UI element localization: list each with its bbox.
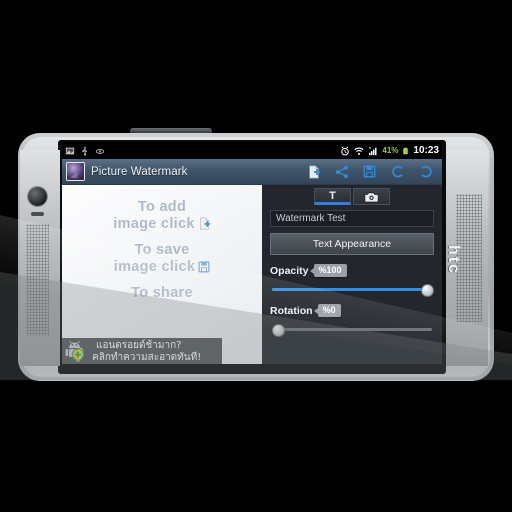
hint-save-line2: image click <box>113 259 196 275</box>
opacity-row: Opacity %100 <box>270 264 442 277</box>
screen-body: To add image click To save image click T… <box>62 185 442 364</box>
watermark-text-value: Watermark Test <box>276 213 346 224</box>
tab-text[interactable]: T <box>314 188 351 205</box>
rotation-slider[interactable] <box>272 323 432 337</box>
battery-icon <box>403 147 409 154</box>
share-button[interactable] <box>334 164 349 179</box>
hint-save-line1: To save <box>134 242 190 258</box>
ad-banner[interactable]: แอนดรอยด์ช้ามาก? คลิกทำความสะอาดทันที! <box>62 338 222 364</box>
add-file-icon <box>308 165 320 178</box>
rotation-label: Rotation <box>270 304 313 317</box>
android-shield-icon <box>62 339 92 364</box>
camera-icon <box>28 187 47 206</box>
battery-percent: 41% <box>382 146 399 155</box>
status-bar: 41% 10:23 <box>62 142 442 159</box>
text-appearance-label: Text Appearance <box>312 238 392 250</box>
text-appearance-button[interactable]: Text Appearance <box>270 233 434 255</box>
add-file-icon <box>198 217 211 235</box>
image-canvas[interactable]: To add image click To save image click T… <box>62 185 262 364</box>
phone-screen: 41% 10:23 Picture Watermark To add image… <box>62 142 442 364</box>
hint-add-line1: To add <box>137 199 187 215</box>
picture-icon <box>364 191 379 202</box>
wifi-icon <box>354 147 364 155</box>
screenshot-root: htc 41% 10:23 Picture Watermark To add i… <box>0 0 512 512</box>
signal-icon <box>369 146 377 155</box>
tab-text-label: T <box>329 189 336 202</box>
action-bar: Picture Watermark <box>62 159 442 185</box>
save-icon <box>363 165 376 178</box>
gallery-icon <box>65 147 75 154</box>
opacity-slider-fill <box>272 288 432 291</box>
share-icon <box>335 165 348 178</box>
redo-icon <box>421 165 432 177</box>
rotation-row: Rotation %0 <box>270 304 442 317</box>
earpiece-slot <box>31 212 44 216</box>
panel-tabs: T <box>262 185 442 205</box>
speaker-grille-left <box>26 224 49 336</box>
app-logo-icon <box>66 162 85 181</box>
rotation-slider-track <box>272 328 432 331</box>
hint-share-image: To share <box>62 285 262 302</box>
watermark-text-input[interactable]: Watermark Test <box>270 210 434 227</box>
control-panel: T Watermark Test Text Appearance Opacity… <box>262 185 442 364</box>
rotation-slider-thumb[interactable] <box>272 324 285 337</box>
alarm-icon <box>341 145 350 155</box>
save-button[interactable] <box>362 164 377 179</box>
hint-save-image: To save image click <box>62 242 262 278</box>
action-bar-buttons <box>306 164 438 179</box>
status-right-icons: 41% 10:23 <box>340 144 439 156</box>
tab-image[interactable] <box>353 188 390 205</box>
ad-line2: คลิกทำความสะอาดทันที! <box>92 351 202 363</box>
page-title: Picture Watermark <box>91 165 188 178</box>
redo-button[interactable] <box>418 164 433 179</box>
hint-add-image: To add image click <box>62 199 262 235</box>
add-image-button[interactable] <box>306 164 321 179</box>
opacity-slider[interactable] <box>272 283 434 297</box>
hint-add-line2: image click <box>113 216 195 232</box>
rotation-value-badge: %0 <box>313 304 341 317</box>
status-clock: 10:23 <box>413 144 439 156</box>
undo-button[interactable] <box>390 164 405 179</box>
status-left-icons <box>65 146 105 156</box>
opacity-slider-thumb[interactable] <box>421 284 434 297</box>
opacity-value-badge: %100 <box>309 264 347 277</box>
sync-icon <box>95 148 105 154</box>
opacity-label: Opacity <box>270 264 309 277</box>
usb-icon <box>82 146 88 156</box>
ad-line1: แอนดรอยด์ช้ามาก? <box>96 339 182 351</box>
hint-share-line1: To share <box>131 285 193 301</box>
undo-icon <box>391 165 402 177</box>
floppy-save-icon <box>198 261 210 278</box>
ad-text: แอนดรอยด์ช้ามาก? คลิกทำความสะอาดทันที! <box>92 340 201 364</box>
